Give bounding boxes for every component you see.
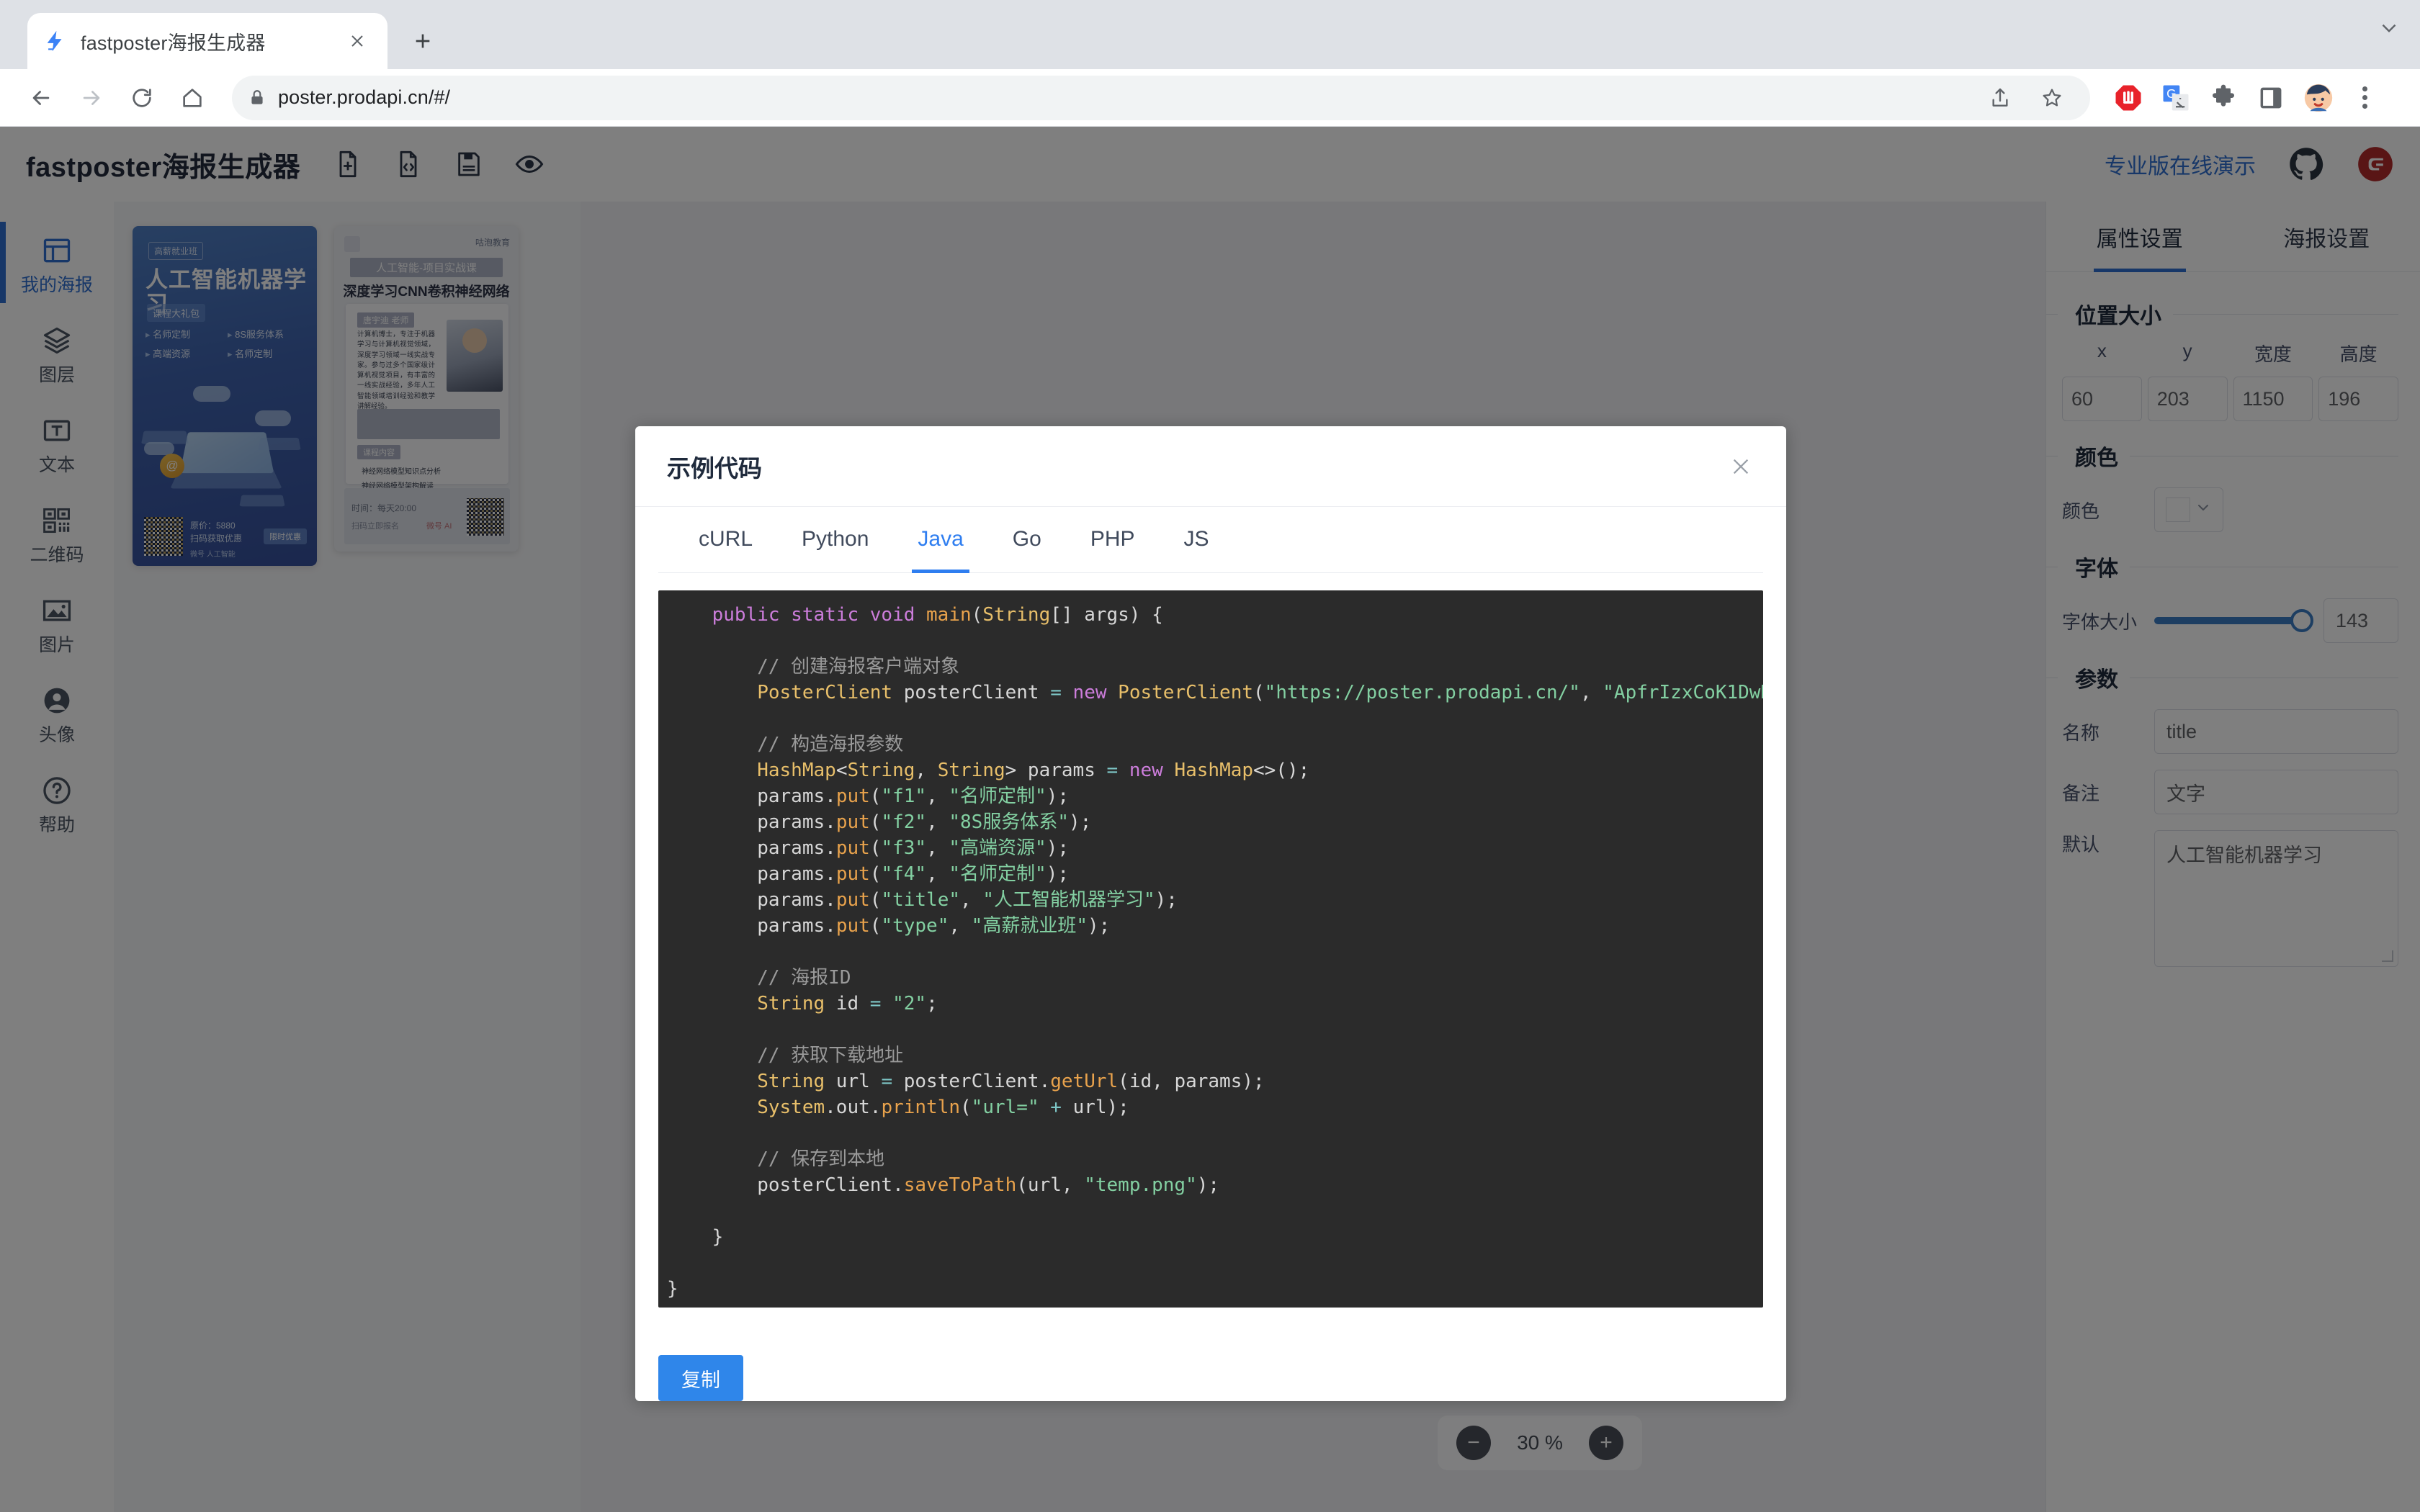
copy-button[interactable]: 复制 xyxy=(658,1355,743,1401)
language-tabs: cURL Python Java Go PHP JS xyxy=(658,507,1763,573)
puzzle-extensions-icon[interactable] xyxy=(2202,77,2244,119)
profile-avatar-icon[interactable] xyxy=(2298,77,2339,119)
browser-toolbar: poster.prodapi.cn/#/ G xyxy=(0,69,2420,127)
close-icon[interactable] xyxy=(1724,450,1757,483)
extension-icons: G xyxy=(2107,77,2339,119)
tab-curl[interactable]: cURL xyxy=(674,506,777,572)
modal-body: cURL Python Java Go PHP JS public static… xyxy=(635,507,1786,1336)
modal-title: 示例代码 xyxy=(667,454,762,482)
reading-list-icon[interactable] xyxy=(2250,77,2292,119)
lock-icon xyxy=(248,89,266,107)
google-translate-icon[interactable]: G xyxy=(2155,77,2197,119)
browser-tab-title: fastposter海报生成器 xyxy=(81,32,266,54)
tab-python[interactable]: Python xyxy=(777,506,893,572)
new-tab-button[interactable] xyxy=(400,19,445,63)
star-icon[interactable] xyxy=(2030,76,2074,120)
home-icon[interactable] xyxy=(170,76,215,120)
lightning-favicon xyxy=(43,29,68,53)
fastposter-app: fastposter海报生成器 专业版在线演示 xyxy=(0,127,2420,1512)
code-viewer[interactable]: public static void main(String[] args) {… xyxy=(658,590,1763,1308)
modal-header: 示例代码 xyxy=(635,426,1786,507)
close-icon[interactable] xyxy=(343,27,372,55)
window-controls[interactable] xyxy=(2377,16,2401,40)
forward-arrow-icon[interactable] xyxy=(69,76,114,120)
chevron-down-icon xyxy=(2382,24,2396,32)
three-dot-menu-icon[interactable] xyxy=(2345,77,2384,119)
tab-php[interactable]: PHP xyxy=(1066,506,1160,572)
browser-window: fastposter海报生成器 poster.prodapi.cn/#/ G ▸… xyxy=(0,0,2420,1512)
sample-code-modal: 示例代码 cURL Python Java Go PHP JS public s… xyxy=(635,426,1786,1401)
tab-java[interactable]: Java xyxy=(893,506,987,573)
back-arrow-icon[interactable] xyxy=(19,76,63,120)
tab-js[interactable]: JS xyxy=(1160,506,1234,572)
code-content: public static void main(String[] args) {… xyxy=(667,604,1763,1300)
url-text: poster.prodapi.cn/#/ xyxy=(278,86,451,108)
adblock-icon[interactable] xyxy=(2107,77,2149,119)
browser-tabstrip: fastposter海报生成器 xyxy=(0,0,2420,69)
browser-tab[interactable]: fastposter海报生成器 xyxy=(27,13,387,69)
share-icon[interactable] xyxy=(1978,76,2022,120)
tab-go[interactable]: Go xyxy=(988,506,1066,572)
modal-footer: 复制 xyxy=(635,1336,1786,1401)
reload-icon[interactable] xyxy=(120,76,164,120)
address-bar[interactable]: poster.prodapi.cn/#/ xyxy=(232,75,2090,120)
